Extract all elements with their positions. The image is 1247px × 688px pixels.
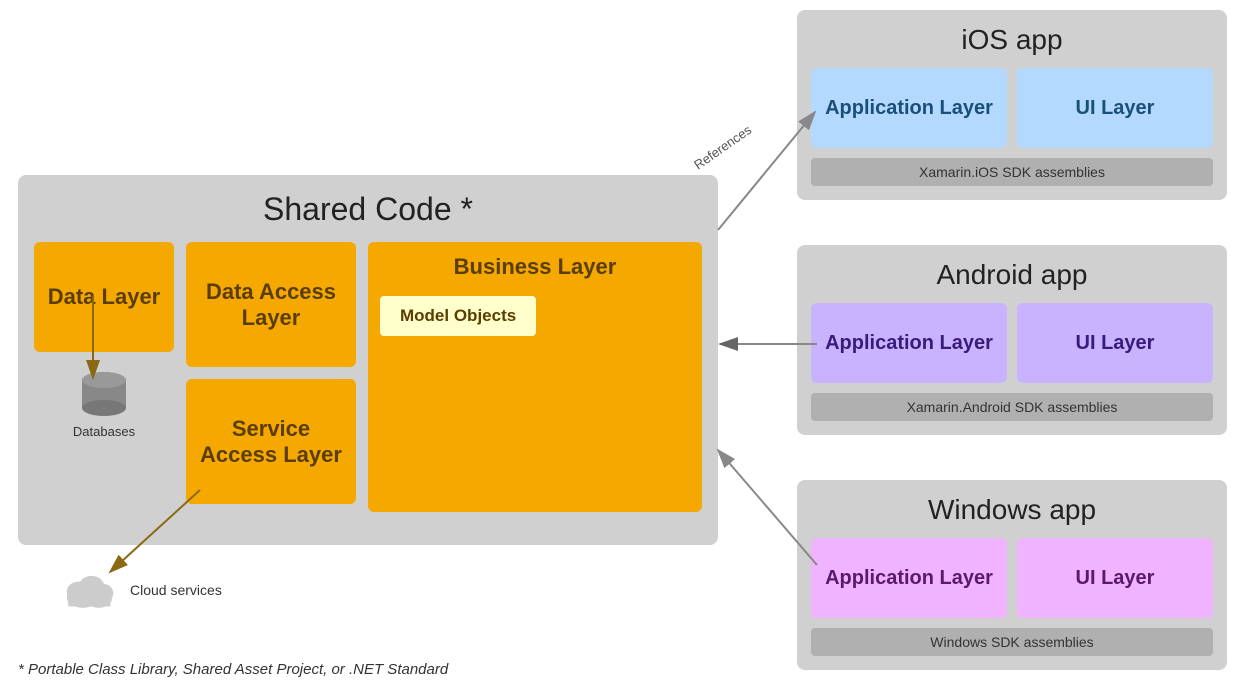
footer-note: * Portable Class Library, Shared Asset P… [18, 661, 448, 678]
android-sdk-label: Xamarin.Android SDK assemblies [907, 399, 1118, 415]
database-svg [77, 370, 131, 420]
ios-sdk-label: Xamarin.iOS SDK assemblies [919, 164, 1105, 180]
cloud-icon [60, 570, 120, 610]
windows-app-box: Windows app Application Layer UI Layer W… [797, 480, 1227, 670]
windows-layers-row: Application Layer UI Layer [811, 538, 1213, 618]
business-layer-outer: Business Layer Model Objects [368, 242, 702, 512]
ios-app-layer-label: Application Layer [825, 97, 993, 120]
windows-app-layer-label: Application Layer [825, 567, 993, 590]
service-access-layer-label: Service Access Layer [198, 416, 344, 468]
data-layer-column: Data Layer Databases [34, 242, 174, 512]
android-app-layer: Application Layer [811, 303, 1007, 383]
references-label: References [691, 122, 754, 173]
shared-code-layers: Data Layer Databases Data Access Laye [34, 242, 702, 512]
shared-code-title: Shared Code * [34, 191, 702, 228]
windows-ui-layer: UI Layer [1017, 538, 1213, 618]
data-access-layer-box: Data Access Layer [186, 242, 356, 367]
android-layers-row: Application Layer UI Layer [811, 303, 1213, 383]
databases-label: Databases [73, 424, 135, 439]
ios-app-box: iOS app Application Layer UI Layer Xamar… [797, 10, 1227, 200]
cloud-area: Cloud services [60, 570, 222, 610]
android-app-layer-label: Application Layer [825, 332, 993, 355]
ios-layers-row: Application Layer UI Layer [811, 68, 1213, 148]
android-sdk-bar: Xamarin.Android SDK assemblies [811, 393, 1213, 421]
windows-sdk-bar: Windows SDK assemblies [811, 628, 1213, 656]
ios-app-layer: Application Layer [811, 68, 1007, 148]
data-access-layer-label: Data Access Layer [198, 279, 344, 331]
cloud-svg [60, 570, 120, 610]
access-layers-column: Data Access Layer Service Access Layer [186, 242, 356, 512]
model-objects-box: Model Objects [380, 296, 536, 336]
android-app-box: Android app Application Layer UI Layer X… [797, 245, 1227, 435]
service-access-layer-box: Service Access Layer [186, 379, 356, 504]
ios-ui-layer-label: UI Layer [1076, 97, 1155, 120]
android-ui-layer-label: UI Layer [1076, 332, 1155, 355]
ios-ui-layer: UI Layer [1017, 68, 1213, 148]
ios-title: iOS app [811, 24, 1213, 56]
windows-title: Windows app [811, 494, 1213, 526]
data-layer-label: Data Layer [48, 284, 161, 310]
android-title: Android app [811, 259, 1213, 291]
data-layer-box: Data Layer [34, 242, 174, 352]
database-icon: Databases [73, 370, 135, 439]
cloud-label: Cloud services [130, 582, 222, 598]
android-ui-layer: UI Layer [1017, 303, 1213, 383]
windows-app-layer: Application Layer [811, 538, 1007, 618]
model-objects-label: Model Objects [400, 306, 516, 325]
windows-ui-layer-label: UI Layer [1076, 567, 1155, 590]
windows-sdk-label: Windows SDK assemblies [930, 634, 1093, 650]
main-container: Shared Code * Data Layer Databases [0, 0, 1247, 688]
ios-sdk-bar: Xamarin.iOS SDK assemblies [811, 158, 1213, 186]
business-layer-title: Business Layer [380, 254, 690, 280]
business-layer-column: Business Layer Model Objects [368, 242, 702, 512]
shared-code-box: Shared Code * Data Layer Databases [18, 175, 718, 545]
